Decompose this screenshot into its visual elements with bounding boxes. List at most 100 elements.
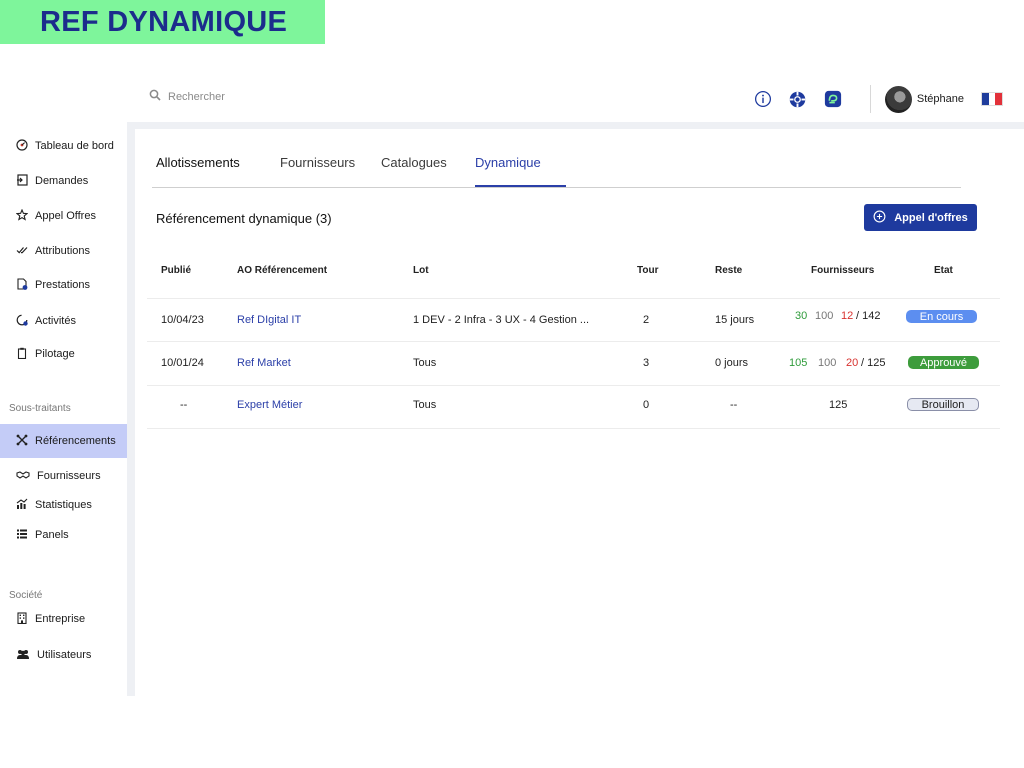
sidebar-item-label: Entreprise xyxy=(35,613,86,625)
page-banner: REF DYNAMIQUE xyxy=(0,0,325,44)
cell-reste: 15 jours xyxy=(715,314,755,326)
french-flag-icon[interactable] xyxy=(981,92,1003,106)
count-total: / 142 xyxy=(856,310,881,322)
check-double-icon xyxy=(16,244,28,259)
divider xyxy=(869,85,871,113)
sidebar-item-label: Utilisateurs xyxy=(37,649,92,661)
cell-publie: -- xyxy=(180,399,188,411)
top-bar: Rechercher Stéphane xyxy=(145,78,1015,120)
sidebar: Tableau de bord Demandes Appel Offres At… xyxy=(0,128,127,696)
sidebar-item-label: Panels xyxy=(35,529,69,541)
column-header-lot[interactable]: Lot xyxy=(413,265,429,276)
column-header-publie[interactable]: Publié xyxy=(161,265,191,276)
appel-offres-button[interactable]: Appel d'offres xyxy=(864,204,977,231)
dashboard-icon xyxy=(16,138,28,154)
sidebar-item-referencements[interactable]: Référencements xyxy=(0,424,127,458)
tab-catalogues[interactable]: Catalogues xyxy=(381,155,447,170)
count-accepted: 105 xyxy=(789,357,808,369)
table-row[interactable]: 10/01/24 Ref Market Tous 3 0 jours 105 1… xyxy=(147,341,1000,385)
section-label-societe: Société xyxy=(9,590,43,601)
sidebar-item-pilotage[interactable]: Pilotage xyxy=(0,337,127,371)
cell-reste: -- xyxy=(730,399,738,411)
banner-title: REF DYNAMIQUE xyxy=(40,5,288,38)
document-check-icon xyxy=(16,277,28,293)
info-icon[interactable] xyxy=(753,89,773,109)
status-badge: En cours xyxy=(906,310,977,323)
sidebar-item-attributions[interactable]: Attributions xyxy=(0,234,127,268)
column-header-ao-referencement[interactable]: AO Référencement xyxy=(237,265,327,276)
top-actions: Stéphane xyxy=(753,82,1003,116)
status-badge: Brouillon xyxy=(907,398,979,411)
table-row[interactable]: 10/04/23 Ref DIgital IT 1 DEV - 2 Infra … xyxy=(147,298,1000,342)
count-rejected: 12 xyxy=(841,310,854,322)
users-icon xyxy=(16,648,30,663)
star-icon xyxy=(15,208,29,224)
cell-ao-link[interactable]: Ref Market xyxy=(237,357,291,369)
sidebar-item-label: Attributions xyxy=(35,245,91,257)
cell-ao-link[interactable]: Ref DIgital IT xyxy=(237,314,301,326)
list-icon xyxy=(16,528,28,543)
tab-fournisseurs[interactable]: Fournisseurs xyxy=(280,155,355,170)
activity-icon xyxy=(16,314,28,329)
chart-icon xyxy=(16,498,28,513)
cell-lot: 1 DEV - 2 Infra - 3 UX - 4 Gestion ... xyxy=(413,314,590,326)
sidebar-item-label: Pilotage xyxy=(35,348,75,360)
column-header-fournisseurs[interactable]: Fournisseurs xyxy=(811,265,874,276)
sidebar-rail xyxy=(127,122,135,696)
sidebar-item-label: Activités xyxy=(35,315,76,327)
main-panel: Allotissements Fournisseurs Catalogues D… xyxy=(135,129,1024,696)
sidebar-item-label: Demandes xyxy=(35,175,89,187)
search-input[interactable]: Rechercher xyxy=(149,89,225,104)
tab-dynamique[interactable]: Dynamique xyxy=(475,155,541,170)
count-total: 125 xyxy=(829,399,848,411)
search-icon xyxy=(149,89,161,104)
cell-lot: Tous xyxy=(413,357,437,369)
clipboard-icon xyxy=(16,347,28,362)
count-pending: 100 xyxy=(815,310,834,322)
sidebar-item-label: Statistiques xyxy=(35,499,92,511)
count-total: / 125 xyxy=(861,357,886,369)
sidebar-item-label: Fournisseurs xyxy=(37,470,101,482)
lifebuoy-icon[interactable] xyxy=(788,89,808,109)
user-name[interactable]: Stéphane xyxy=(917,93,964,105)
network-icon xyxy=(16,434,28,449)
section-label-sous-traitants: Sous-traitants xyxy=(9,403,71,414)
avatar[interactable] xyxy=(884,85,912,113)
tab-bar: Allotissements Fournisseurs Catalogues D… xyxy=(152,129,961,188)
sidebar-item-statistiques[interactable]: Statistiques xyxy=(0,488,127,522)
sidebar-item-label: Tableau de bord xyxy=(35,140,114,152)
sidebar-item-prestations[interactable]: Prestations xyxy=(0,268,127,302)
sidebar-item-label: Appel Offres xyxy=(35,210,96,222)
cell-publie: 10/04/23 xyxy=(161,314,204,326)
sidebar-item-label: Prestations xyxy=(35,279,91,291)
column-header-reste[interactable]: Reste xyxy=(715,265,742,276)
cell-tour: 2 xyxy=(643,314,650,326)
sidebar-item-appel-offres[interactable]: Appel Offres xyxy=(0,199,127,233)
sidebar-item-activites[interactable]: Activités xyxy=(0,304,127,338)
handshake-icon xyxy=(16,469,30,484)
tab-allotissements[interactable]: Allotissements xyxy=(156,155,240,170)
app-logo-icon[interactable] xyxy=(823,89,843,109)
sidebar-item-tableau-de-bord[interactable]: Tableau de bord xyxy=(0,129,127,163)
sidebar-item-entreprise[interactable]: Entreprise xyxy=(0,602,127,636)
sidebar-item-utilisateurs[interactable]: Utilisateurs xyxy=(0,638,127,672)
sidebar-item-panels[interactable]: Panels xyxy=(0,518,127,552)
cell-ao-link[interactable]: Expert Métier xyxy=(237,399,302,411)
active-tab-indicator xyxy=(475,185,566,187)
column-header-tour[interactable]: Tour xyxy=(637,265,658,276)
search-placeholder: Rechercher xyxy=(168,90,225,103)
column-header-etat[interactable]: Etat xyxy=(934,265,953,276)
table-row[interactable]: -- Expert Métier Tous 0 -- 125 Brouillon xyxy=(147,385,1000,429)
sidebar-item-demandes[interactable]: Demandes xyxy=(0,164,127,198)
cell-publie: 10/01/24 xyxy=(161,357,204,369)
cell-lot: Tous xyxy=(413,399,437,411)
count-accepted: 30 xyxy=(795,310,808,322)
request-icon xyxy=(16,173,28,189)
status-badge: Approuvé xyxy=(908,356,979,369)
top-rail xyxy=(135,122,1024,129)
sidebar-item-label: Référencements xyxy=(35,435,116,447)
button-label: Appel d'offres xyxy=(894,211,968,224)
count-pending: 100 xyxy=(818,357,837,369)
building-icon xyxy=(16,611,28,627)
section-title: Référencement dynamique (3) xyxy=(156,211,332,226)
